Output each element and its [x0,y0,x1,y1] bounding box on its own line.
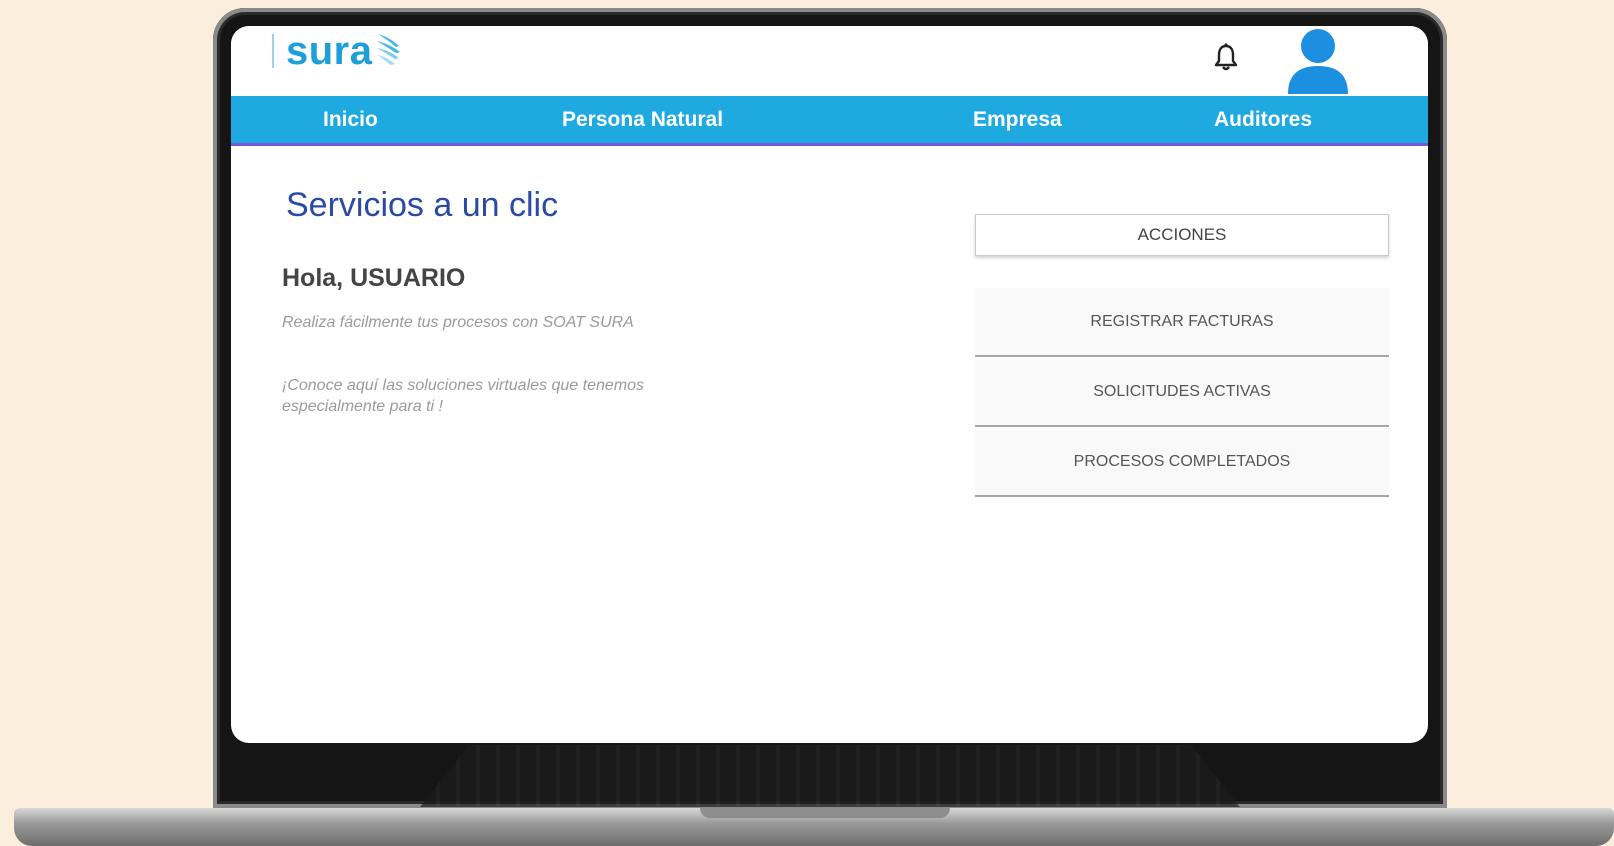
user-greeting: Hola, USUARIO [282,264,466,292]
sura-logo[interactable]: sura [272,28,403,74]
logo-text: sura [286,29,373,73]
registrar-facturas-button[interactable]: REGISTRAR FACTURAS [975,288,1389,357]
laptop-notch [700,808,950,818]
bell-icon[interactable] [1212,42,1240,72]
actions-header: ACCIONES [975,214,1389,256]
app-screen: sura Inicio Persona Natural Empresa Audi… [231,26,1428,743]
page-title: Servicios a un clic [286,186,559,224]
description-text: Realiza fácilmente tus procesos con SOAT… [282,314,634,331]
solicitudes-activas-button[interactable]: SOLICITUDES ACTIVAS [975,358,1389,427]
procesos-completados-button[interactable]: PROCESOS COMPLETADOS [975,428,1389,497]
nav-item-auditores[interactable]: Auditores [1214,96,1312,143]
description-text-secondary: ¡Conoce aquí las soluciones virtuales qu… [282,377,644,415]
nav-item-inicio[interactable]: Inicio [323,96,378,143]
logo-wing-icon [376,34,400,65]
keyboard-reflection [420,745,1240,807]
nav-item-empresa[interactable]: Empresa [973,96,1062,143]
logo-divider [272,34,274,68]
user-avatar-icon[interactable] [1284,28,1352,94]
top-bar: sura [231,26,1428,96]
nav-item-persona-natural[interactable]: Persona Natural [562,96,723,143]
main-navbar: Inicio Persona Natural Empresa Auditores [231,96,1428,146]
